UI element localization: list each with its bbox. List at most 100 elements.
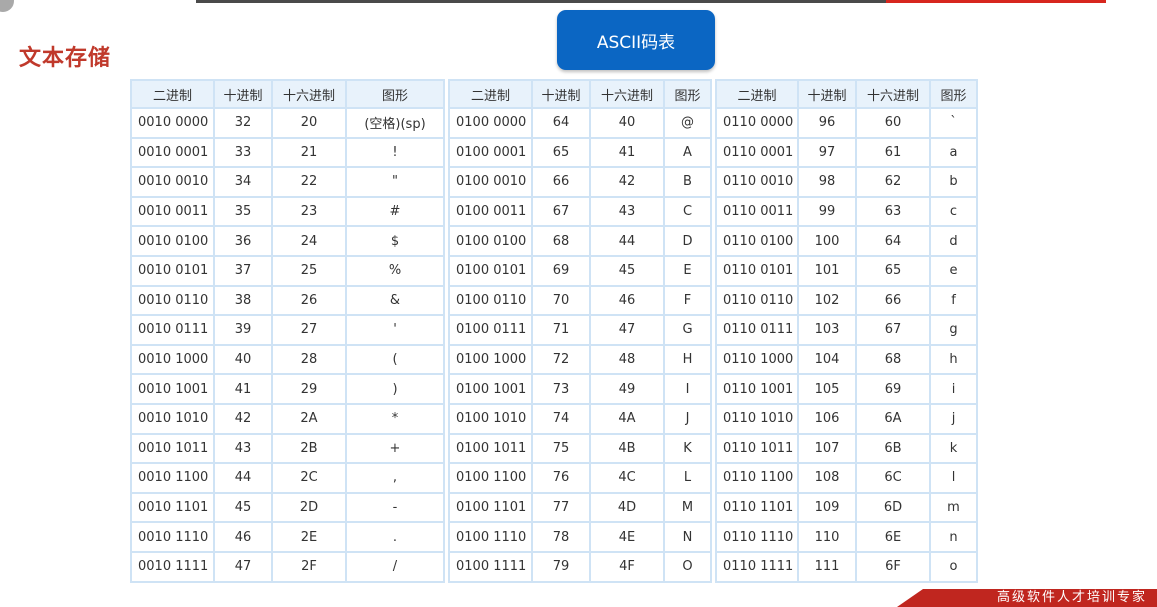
cell-binary: 0110 0101 (715, 254, 799, 287)
cell-glyph: " (345, 166, 445, 198)
cell-glyph: ' (345, 314, 445, 346)
cell-hex: 68 (855, 343, 931, 376)
cell-binary: 0100 1011 (448, 432, 533, 465)
cell-decimal: 43 (213, 432, 273, 465)
cell-hex: 61 (855, 136, 931, 169)
table-row: 0100 1101 77 4D M (448, 491, 712, 524)
cell-decimal: 45 (213, 491, 273, 524)
cell-hex: 62 (855, 166, 931, 198)
cell-hex: 64 (855, 225, 931, 257)
cell-decimal: 111 (797, 550, 857, 583)
cell-decimal: 75 (531, 432, 591, 465)
cell-glyph: i (929, 373, 978, 405)
cell-decimal: 107 (797, 432, 857, 465)
cell-glyph: O (663, 550, 712, 583)
cell-decimal: 65 (531, 136, 591, 169)
column-header-binary: 二进制 (130, 79, 215, 109)
table-row: 0010 1100 44 2C, (130, 462, 445, 494)
cell-hex: 21 (271, 136, 347, 169)
table-row: 0010 0111 39 27 ' (130, 314, 445, 346)
cell-hex: 4A (589, 402, 665, 435)
ascii-table-1: 二进制 十进制 十六进制 图形 0010 0000 32 20 (空格)(sp) 0010 0… (130, 79, 445, 583)
cell-glyph: % (345, 254, 445, 287)
cell-decimal: 78 (531, 521, 591, 553)
cell-hex: 27 (271, 314, 347, 346)
cell-glyph: C (663, 195, 712, 228)
cell-binary: 0010 1010 (130, 402, 215, 435)
table-header-row: 二进制 十进制 十六进制 图形 (448, 79, 712, 109)
table-row: 0100 0010 66 42 B (448, 166, 712, 198)
table-row: 0100 1001 73 49 I (448, 373, 712, 405)
table-row: 0110 1101 109 6D m (715, 491, 978, 524)
cell-binary: 0100 1110 (448, 521, 533, 553)
cell-binary: 0110 1001 (715, 373, 799, 405)
cell-hex: 6F (855, 550, 931, 583)
cell-hex: 2B (271, 432, 347, 465)
cell-hex: 4B (589, 432, 665, 465)
cell-decimal: 76 (531, 462, 591, 494)
column-header-hex: 十六进制 (271, 79, 347, 109)
column-header-decimal: 十进制 (213, 79, 273, 109)
cell-glyph: k (929, 432, 978, 465)
table-row: 0010 1010 42 2A * (130, 402, 445, 435)
cell-glyph: (空格)(sp) (345, 107, 445, 139)
cell-glyph: , (345, 462, 445, 494)
cell-binary: 0100 0011 (448, 195, 533, 228)
table-row: 0010 1110 46 2E. (130, 521, 445, 553)
cell-hex: 69 (855, 373, 931, 405)
table-row: 0100 0011 67 43 C (448, 195, 712, 228)
cell-decimal: 70 (531, 284, 591, 317)
table-row: 0100 1011 75 4B K (448, 432, 712, 465)
table-header-row: 二进制 十进制 十六进制 图形 (715, 79, 978, 109)
cell-hex: 40 (589, 107, 665, 139)
cell-binary: 0010 0011 (130, 195, 215, 228)
cell-hex: 6C (855, 462, 931, 494)
cell-decimal: 77 (531, 491, 591, 524)
cell-hex: 2D (271, 491, 347, 524)
cell-glyph: L (663, 462, 712, 494)
cell-hex: 2A (271, 402, 347, 435)
cell-decimal: 79 (531, 550, 591, 583)
top-rule (196, 0, 886, 3)
cell-hex: 4E (589, 521, 665, 553)
table-row: 0010 1001 41 29) (130, 373, 445, 405)
cell-decimal: 99 (797, 195, 857, 228)
cell-binary: 0010 0010 (130, 166, 215, 198)
cell-glyph: D (663, 225, 712, 257)
cell-glyph: m (929, 491, 978, 524)
cell-decimal: 64 (531, 107, 591, 139)
cell-glyph: I (663, 373, 712, 405)
column-header-decimal: 十进制 (797, 79, 857, 109)
cell-binary: 0110 0110 (715, 284, 799, 317)
cell-glyph: A (663, 136, 712, 169)
cell-binary: 0010 1111 (130, 550, 215, 583)
cell-binary: 0010 0111 (130, 314, 215, 346)
cell-glyph: $ (345, 225, 445, 257)
cell-hex: 66 (855, 284, 931, 317)
table-row: 0100 0111 71 47 G (448, 314, 712, 346)
cell-hex: 20 (271, 107, 347, 139)
table-row: 0110 1010 106 6A j (715, 402, 978, 435)
cell-hex: 23 (271, 195, 347, 228)
cell-glyph: * (345, 402, 445, 435)
cell-hex: 2E (271, 521, 347, 553)
table-row: 0100 1000 72 48 H (448, 343, 712, 376)
cell-hex: 45 (589, 254, 665, 287)
cell-glyph: M (663, 491, 712, 524)
cell-binary: 0100 0100 (448, 225, 533, 257)
table-row: 0100 0000 64 40 @ (448, 107, 712, 139)
cell-glyph: ! (345, 136, 445, 169)
table-row: 0110 0100 100 64 d (715, 225, 978, 257)
cell-binary: 0100 0110 (448, 284, 533, 317)
table-row: 0110 0111 103 67 g (715, 314, 978, 346)
table-row: 0010 0010 34 22 " (130, 166, 445, 198)
column-header-binary: 二进制 (448, 79, 533, 109)
cell-glyph: E (663, 254, 712, 287)
cell-hex: 65 (855, 254, 931, 287)
cell-decimal: 35 (213, 195, 273, 228)
cell-binary: 0010 1100 (130, 462, 215, 494)
table-row: 0100 0110 70 46 F (448, 284, 712, 317)
table-row: 0100 0101 69 45 E (448, 254, 712, 287)
cell-decimal: 46 (213, 521, 273, 553)
cell-decimal: 100 (797, 225, 857, 257)
